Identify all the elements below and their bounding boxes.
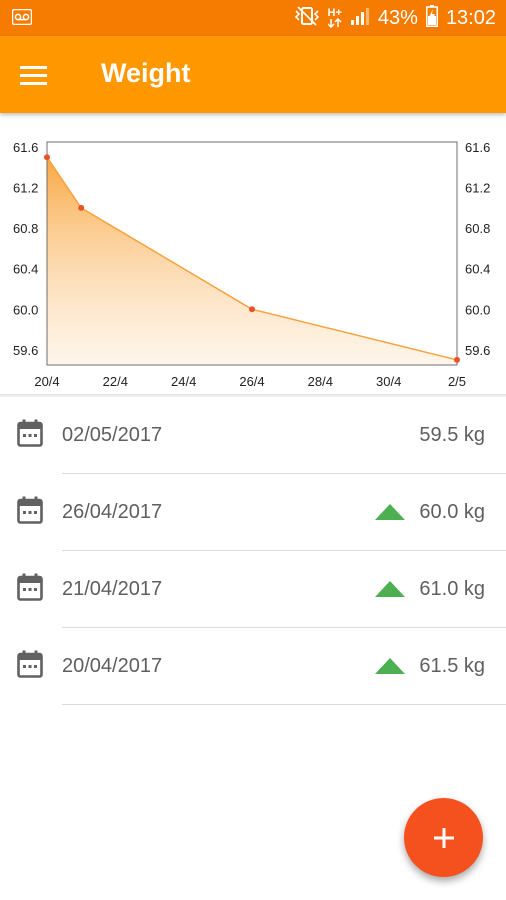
data-point [454,356,460,363]
signal-icon [350,6,370,31]
x-tick-label: 28/4 [308,374,333,389]
x-tick-label: 26/4 [239,374,264,389]
add-entry-button[interactable] [404,798,483,877]
list-item[interactable]: 26/04/2017 60.0 kg [0,474,506,551]
y-tick-label-right: 60.4 [465,262,490,277]
x-tick-label: 2/5 [448,374,466,389]
data-point [78,204,85,211]
network-type-label: H+ [327,7,342,19]
weight-chart-svg: 59.6 60.0 60.4 60.8 61.2 61.6 59.6 60.0 60.4 60.… [13,140,490,389]
entry-weight: 60.0 kg [419,501,485,523]
entry-date: 21/04/2017 [62,578,163,600]
entry-date: 26/04/2017 [62,501,163,523]
up-arrow-icon [375,581,405,602]
vibrate-icon [294,5,320,32]
y-tick-label-left: 61.6 [13,140,38,155]
entry-weight: 61.5 kg [419,655,485,677]
calendar-icon [17,573,43,606]
list-item[interactable]: 02/05/2017 59.5 kg [0,397,506,474]
entry-weight: 59.5 kg [419,424,485,446]
y-tick-label-left: 60.8 [13,221,38,236]
app-bar: Weight [0,36,506,113]
add-icon [433,827,454,848]
calendar-icon [17,419,43,452]
data-point [44,154,50,161]
list-item[interactable]: 21/04/2017 61.0 kg [0,551,506,628]
battery-percent: 43% [377,6,418,29]
voicemail-icon [11,8,33,30]
hamburger-menu-icon[interactable] [14,56,54,94]
x-tick-label: 20/4 [34,374,59,389]
weight-chart: 59.6 60.0 60.4 60.8 61.2 61.6 59.6 60.0 60.4 60.… [0,120,506,395]
calendar-icon [17,650,43,683]
y-tick-label-right: 61.2 [465,181,490,196]
y-tick-label-right: 60.8 [465,221,490,236]
battery-icon [425,4,438,32]
list-item[interactable]: 20/04/2017 61.5 kg [0,628,506,705]
calendar-icon [17,496,43,529]
status-bar: H+ 43% 13:02 [0,0,506,36]
network-icon: H+ [328,8,342,28]
y-tick-label-right: 59.6 [465,343,490,358]
y-tick-label-left: 60.4 [13,262,38,277]
up-arrow-icon [375,504,405,525]
up-arrow-icon [375,658,405,679]
x-tick-label: 30/4 [376,374,401,389]
weight-area [47,157,457,365]
y-tick-label-left: 59.6 [13,343,38,358]
y-tick-label-left: 60.0 [13,302,38,317]
page-title: Weight [101,58,191,88]
weight-entry-list: 02/05/2017 59.5 kg 26/04/2017 60.0 kg 21… [0,397,506,705]
clock: 13:02 [445,6,496,29]
y-tick-label-right: 60.0 [465,302,490,317]
entry-date: 02/05/2017 [62,424,163,446]
x-tick-label: 24/4 [171,374,196,389]
y-tick-label-left: 61.2 [13,181,38,196]
y-tick-label-right: 61.6 [465,140,490,155]
entry-weight: 61.0 kg [419,578,485,600]
divider [62,704,506,705]
data-point [249,306,255,313]
entry-date: 20/04/2017 [62,655,163,677]
x-tick-label: 22/4 [103,374,128,389]
